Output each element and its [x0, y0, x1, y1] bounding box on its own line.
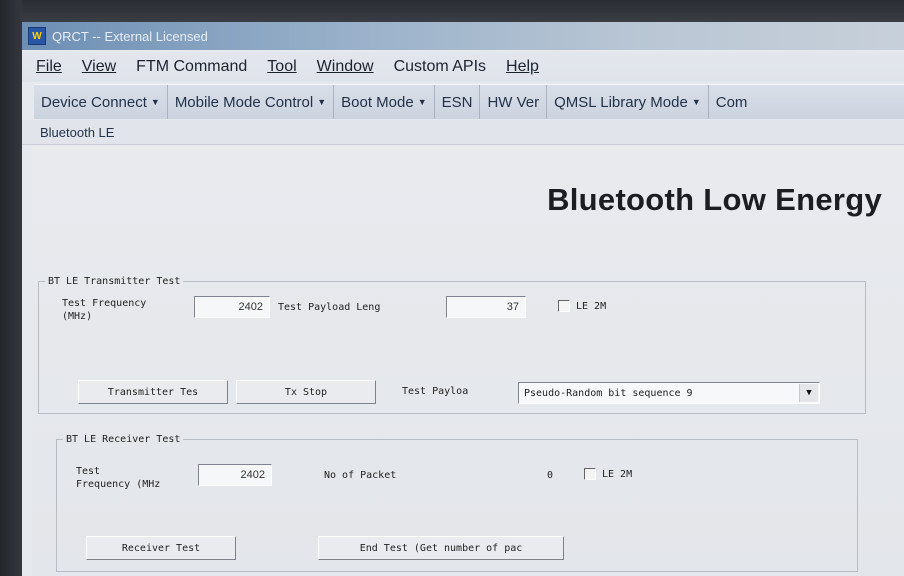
receiver-legend: BT LE Receiver Test	[66, 434, 181, 445]
caret-down-icon: ▼	[691, 97, 701, 107]
rx-le2m-checkbox[interactable]: LE 2M	[584, 468, 632, 480]
title-bar: W QRCT -- External Licensed	[22, 22, 904, 50]
menu-view[interactable]: View	[72, 58, 126, 76]
menu-ftm-command[interactable]: FTM Command	[126, 58, 257, 76]
boot-mode-button[interactable]: Boot Mode ▼	[334, 85, 435, 119]
checkbox-icon	[558, 300, 570, 312]
rx-packets-label: No of Packet	[324, 470, 397, 481]
transmitter-legend: BT LE Transmitter Test	[48, 276, 181, 287]
mobile-mode-control-label: Mobile Mode Control	[174, 93, 314, 111]
boot-mode-label: Boot Mode	[341, 93, 414, 111]
com-button[interactable]: Com	[709, 85, 755, 119]
menu-tool[interactable]: Tool	[257, 58, 306, 76]
menu-bar: File View FTM Command Tool Window Custom…	[22, 52, 904, 82]
tx-frequency-unit: (MHz)	[62, 311, 93, 322]
rx-packets-value: 0	[547, 470, 554, 481]
menu-window[interactable]: Window	[307, 58, 384, 76]
transmitter-test-button[interactable]: Transmitter Tes	[78, 380, 228, 404]
caret-down-icon: ▼	[417, 97, 427, 107]
menu-help[interactable]: Help	[496, 58, 549, 76]
tx-payload-value: Pseudo-Random bit sequence 9	[524, 387, 693, 399]
application-window: W QRCT -- External Licensed File View FT…	[22, 22, 904, 576]
mobile-mode-control-button[interactable]: Mobile Mode Control ▼	[168, 85, 335, 119]
qmsl-library-mode-button[interactable]: QMSL Library Mode ▼	[547, 85, 709, 119]
device-connect-label: Device Connect	[41, 93, 147, 111]
window-title: QRCT -- External Licensed	[52, 28, 208, 44]
esn-label: ESN	[441, 93, 473, 111]
tx-payload-length-label: Test Payload Leng	[278, 302, 381, 313]
end-test-button[interactable]: End Test (Get number of pac	[318, 536, 564, 560]
menu-custom-apis[interactable]: Custom APIs	[384, 58, 496, 76]
dropdown-arrow-icon[interactable]: ▼	[799, 384, 818, 402]
checkbox-icon	[584, 468, 596, 480]
qmsl-library-mode-label: QMSL Library Mode	[554, 93, 688, 111]
bluetooth-le-panel: Bluetooth Low Energy BT LE Transmitter T…	[32, 146, 904, 576]
device-connect-button[interactable]: Device Connect ▼	[34, 85, 168, 119]
tx-payload-select[interactable]: Pseudo-Random bit sequence 9 ▼	[518, 382, 820, 404]
rx-frequency-unit: Frequency (MHz	[76, 479, 161, 490]
tx-le2m-checkbox[interactable]: LE 2M	[558, 300, 606, 312]
tx-stop-button[interactable]: Tx Stop	[236, 380, 376, 404]
tx-frequency-field[interactable]: 2402	[194, 296, 270, 318]
tx-payload-label: Test Payloa	[402, 386, 469, 397]
caret-down-icon: ▼	[317, 97, 327, 107]
toolbar: Device Connect ▼ Mobile Mode Control ▼ B…	[34, 84, 904, 119]
receiver-test-button[interactable]: Receiver Test	[86, 536, 236, 560]
qrct-app-icon: W	[28, 27, 46, 45]
menu-file[interactable]: File	[22, 58, 72, 76]
tx-frequency-label: Test Frequency	[62, 298, 147, 309]
page-title: Bluetooth Low Energy	[547, 182, 882, 217]
com-label: Com	[715, 93, 748, 111]
breadcrumb-label: Bluetooth LE	[40, 124, 115, 140]
rx-le2m-label: LE 2M	[602, 468, 633, 480]
rx-frequency-label: Test	[76, 466, 101, 477]
monitor-bezel-left	[0, 0, 22, 576]
hw-ver-button[interactable]: HW Ver	[480, 85, 548, 119]
caret-down-icon: ▼	[150, 97, 160, 107]
tx-payload-length-field[interactable]: 37	[446, 296, 526, 318]
hw-ver-label: HW Ver	[487, 93, 540, 111]
tx-le2m-label: LE 2M	[576, 300, 607, 312]
monitor-bezel-top	[0, 0, 904, 22]
rx-frequency-field[interactable]: 2402	[198, 464, 272, 486]
esn-button[interactable]: ESN	[435, 85, 481, 119]
breadcrumb: Bluetooth LE	[22, 120, 904, 145]
